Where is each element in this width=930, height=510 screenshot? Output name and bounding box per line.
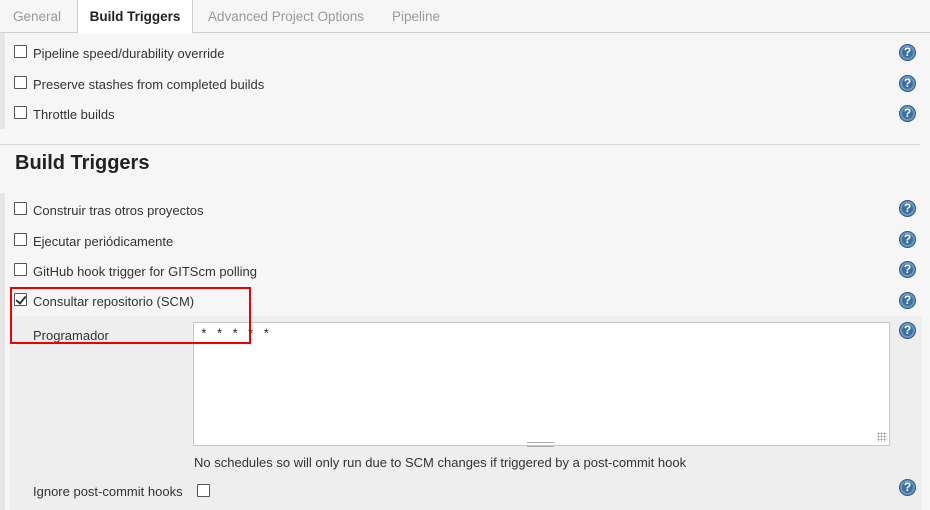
option-row-throttle-builds: Throttle builds ? [0, 99, 930, 129]
throttle-builds-label: Throttle builds [33, 107, 115, 122]
preserve-stashes-label: Preserve stashes from completed builds [33, 77, 265, 92]
help-icon[interactable]: ? [899, 261, 916, 278]
trigger-row-github-hook: GitHub hook trigger for GITScm polling ? [0, 255, 930, 285]
help-icon[interactable]: ? [899, 231, 916, 248]
section-title: Build Triggers [15, 152, 150, 174]
pipeline-durability-checkbox[interactable] [14, 45, 27, 58]
build-after-other-projects-label: Construir tras otros proyectos [33, 203, 204, 218]
help-icon[interactable]: ? [899, 322, 916, 339]
textarea-resize-grip[interactable] [527, 442, 554, 447]
tab-bar: General Build Triggers Advanced Project … [0, 0, 930, 34]
trigger-row-poll-scm: Consultar repositorio (SCM) ? [0, 286, 930, 316]
help-icon[interactable]: ? [899, 75, 916, 92]
github-hook-label: GitHub hook trigger for GITScm polling [33, 264, 257, 279]
option-row-preserve-stashes: Preserve stashes from completed builds ? [0, 69, 930, 99]
help-icon[interactable]: ? [899, 105, 916, 122]
help-icon[interactable]: ? [899, 479, 916, 496]
tab-build-triggers[interactable]: Build Triggers [77, 0, 193, 34]
section-divider [0, 144, 920, 145]
help-icon[interactable]: ? [899, 200, 916, 217]
ignore-post-commit-hooks-label: Ignore post-commit hooks [33, 484, 183, 499]
help-icon[interactable]: ? [899, 292, 916, 309]
poll-scm-label: Consultar repositorio (SCM) [33, 294, 195, 309]
tab-advanced-project-options[interactable]: Advanced Project Options [198, 0, 374, 33]
ignore-post-commit-hooks-checkbox[interactable] [197, 484, 210, 497]
poll-scm-checkbox[interactable] [14, 293, 27, 306]
option-row-pipeline-durability: Pipeline speed/durability override ? [0, 38, 930, 68]
build-periodically-label: Ejecutar periódicamente [33, 234, 174, 249]
pipeline-durability-label: Pipeline speed/durability override [33, 46, 225, 61]
schedule-label: Programador [33, 328, 109, 343]
trigger-row-build-after-other-projects: Construir tras otros proyectos ? [0, 194, 930, 224]
schedule-hint: No schedules so will only run due to SCM… [194, 455, 687, 470]
preserve-stashes-checkbox[interactable] [14, 76, 27, 89]
build-after-other-projects-checkbox[interactable] [14, 202, 27, 215]
schedule-textarea[interactable]: * * * * * [193, 322, 890, 446]
build-periodically-checkbox[interactable] [14, 233, 27, 246]
help-icon[interactable]: ? [899, 44, 916, 61]
throttle-builds-checkbox[interactable] [14, 106, 27, 119]
github-hook-checkbox[interactable] [14, 263, 27, 276]
resize-corner-icon[interactable] [877, 432, 887, 442]
trigger-row-build-periodically: Ejecutar periódicamente ? [0, 225, 930, 255]
tab-pipeline[interactable]: Pipeline [380, 0, 452, 33]
tab-general[interactable]: General [0, 0, 74, 33]
